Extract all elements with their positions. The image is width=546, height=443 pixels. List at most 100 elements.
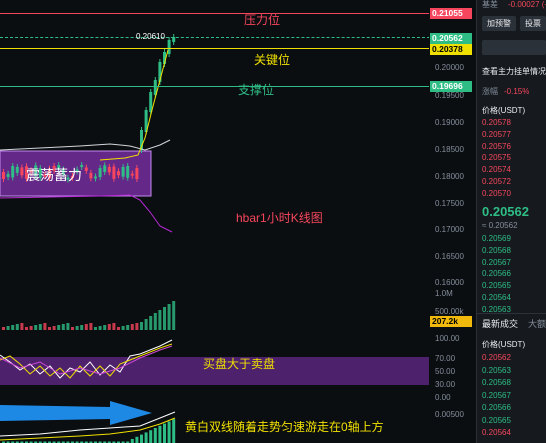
add-alert-button[interactable]: 加预警 (482, 16, 516, 31)
divider (476, 313, 546, 314)
boll-upper (0, 139, 171, 151)
macd-bar (130, 439, 134, 443)
price-axis-label: 0.17000 (435, 225, 464, 234)
kline-chart[interactable]: 压力位 关键位 支撑位 震荡蓄力 hbar1小时K线图 买盘大于卖盘 黄白双线随… (0, 0, 476, 443)
ma-line (99, 49, 169, 161)
volume-bar (38, 324, 42, 330)
candle (117, 171, 120, 176)
volume-bar (172, 301, 176, 330)
tab-latest-trades[interactable]: 最新成交 (482, 319, 518, 329)
volume-bar (71, 327, 74, 330)
volume-bar (158, 310, 162, 330)
volume-bar (34, 325, 38, 330)
candle (107, 166, 111, 173)
bid-row[interactable]: 0.20568 (482, 246, 511, 256)
macd-note: 黄白双线随着走势匀速游走在0轴上方 (185, 420, 384, 434)
boll-lower (0, 194, 173, 233)
bid-row[interactable]: 0.20569 (482, 234, 511, 244)
price-axis-label: 0.16000 (435, 278, 464, 287)
ask-row[interactable]: 0.20572 (482, 177, 511, 187)
ask-row[interactable]: 0.20578 (482, 118, 511, 128)
volume-bar (149, 316, 153, 330)
price-axis-label: 0.18500 (435, 145, 464, 154)
volume-bar (103, 325, 107, 330)
candle (89, 172, 93, 179)
macd-bar (163, 423, 166, 443)
bid-row[interactable]: 0.20566 (482, 269, 511, 279)
last-price: 0.20562 (482, 204, 529, 219)
candle (20, 167, 24, 176)
candle (98, 168, 102, 178)
support-note: 支撑位 (238, 83, 275, 97)
macd-axis-label: 0.00500 (435, 410, 464, 419)
high-marker-label: 0.20610 (136, 32, 165, 41)
basis-value: -0.00027 (- (508, 0, 546, 9)
candle (103, 165, 107, 172)
tab-large-trades[interactable]: 大额 (528, 319, 546, 329)
candle (121, 166, 125, 177)
candle (94, 176, 97, 179)
macd-bar (153, 428, 157, 443)
volume-bar (153, 313, 157, 330)
volume-current-tag: 207.2k (430, 316, 472, 327)
bid-row[interactable]: 0.20567 (482, 258, 511, 268)
candle (84, 167, 88, 171)
change-value: -0.15% (504, 87, 530, 96)
volume-bar (107, 324, 111, 330)
price-column-header: 价格(USDT) (482, 106, 526, 115)
price-axis-label: 0.16500 (435, 252, 464, 261)
volume-bar (66, 323, 70, 330)
ask-row[interactable]: 0.20574 (482, 165, 511, 175)
volume-bar (135, 323, 139, 330)
change-label: 涨幅 (482, 87, 498, 96)
trade-row: 0.20567 (482, 390, 511, 400)
indicator-axis-label: 50.00 (435, 367, 456, 376)
ask-row[interactable]: 0.20570 (482, 189, 511, 199)
toolbar-box[interactable] (482, 40, 546, 55)
candle (135, 168, 139, 179)
volume-bar (144, 319, 148, 330)
bid-row[interactable]: 0.20565 (482, 281, 511, 291)
key-price-tag: 0.20378 (430, 44, 472, 55)
trade-row: 0.20568 (482, 378, 511, 387)
price-axis-label: 0.18000 (435, 172, 464, 181)
order-book-title[interactable]: 查看主力挂单情况 (482, 67, 546, 77)
support-line (0, 86, 430, 87)
chart-canvas[interactable] (0, 0, 430, 443)
key-level-note: 关键位 (254, 53, 291, 67)
volume-bar (29, 326, 33, 330)
volume-bar (112, 323, 116, 330)
volume-bar (89, 323, 93, 330)
macd-bar (149, 430, 153, 443)
candle (11, 166, 15, 178)
indicator-axis-label: 0.00 (435, 393, 451, 402)
ask-row[interactable]: 0.20577 (482, 130, 511, 140)
volume-bar (98, 326, 102, 330)
trade-row: 0.20566 (482, 403, 511, 412)
current-price-line (0, 37, 430, 38)
volume-bar (43, 323, 47, 330)
indicator-axis-label: 30.00 (435, 380, 456, 389)
candle (15, 166, 19, 173)
volume-bar (167, 304, 171, 330)
bid-row[interactable]: 0.20564 (482, 293, 511, 303)
buy-sell-note: 买盘大于卖盘 (203, 357, 276, 371)
volume-axis-label: 1.0M (435, 289, 453, 298)
trades-price-header: 价格(USDT) (482, 340, 526, 349)
candle (112, 166, 116, 179)
basis-label: 基差 (482, 0, 498, 9)
ask-row[interactable]: 0.20576 (482, 142, 511, 152)
volume-bar (140, 322, 143, 330)
macd-bar (140, 434, 143, 443)
macd-bar (158, 425, 162, 443)
volume-bar (84, 324, 88, 330)
volume-bar (121, 326, 125, 330)
volume-bars (2, 301, 176, 330)
volume-bar (117, 327, 120, 330)
price-axis-label: 0.20000 (435, 63, 464, 72)
ask-row[interactable]: 0.20575 (482, 153, 511, 163)
trade-row: 0.20563 (482, 365, 511, 375)
vote-button[interactable]: 投票 (520, 16, 546, 31)
last-price-sub: ≈ 0.20562 (482, 221, 518, 230)
macd-bar (135, 436, 139, 443)
